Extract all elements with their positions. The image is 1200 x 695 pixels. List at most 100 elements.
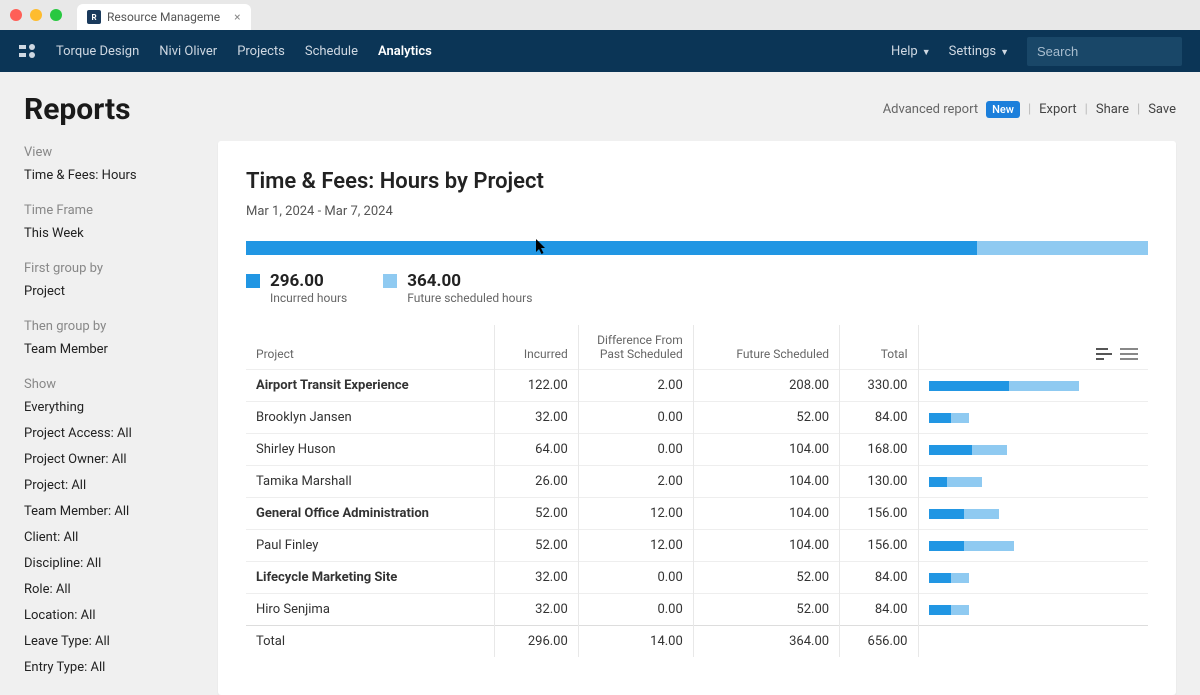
cell-name: Shirley Huson [246,434,495,466]
col-total[interactable]: Total [840,325,918,370]
cell-future: 104.00 [693,466,839,498]
sidebar-view-value[interactable]: Time & Fees: Hours [24,166,194,185]
legend-future-label: Future scheduled hours [407,291,532,305]
legend-future: 364.00 Future scheduled hours [383,271,532,305]
cell-future: 104.00 [693,530,839,562]
filter-project[interactable]: Project: All [24,476,194,495]
cell-incurred: 26.00 [495,466,579,498]
nav-projects[interactable]: Projects [237,44,285,59]
bar-view-toggle-icon[interactable] [1096,347,1114,361]
tab-close-icon[interactable]: × [234,10,240,24]
search-input[interactable] [1027,37,1182,66]
export-button[interactable]: Export [1039,102,1077,117]
cell-name: Tamika Marshall [246,466,495,498]
sidebar-then-group-label: Then group by [24,319,194,334]
cell-total: 656.00 [840,626,918,658]
cell-name: Airport Transit Experience [246,370,495,402]
nav-org[interactable]: Torque Design [56,44,139,59]
sidebar-timeframe-value[interactable]: This Week [24,224,194,243]
save-button[interactable]: Save [1148,102,1176,117]
cell-diff: 12.00 [578,530,693,562]
filter-team-member[interactable]: Team Member: All [24,502,194,521]
table-row[interactable]: Brooklyn Jansen 32.00 0.00 52.00 84.00 [246,402,1148,434]
cell-future: 52.00 [693,402,839,434]
filter-everything[interactable]: Everything [24,398,194,417]
summary-bar-incurred [246,241,977,255]
legend-swatch-future-icon [383,274,397,288]
row-bar-chart [929,381,1139,391]
caret-down-icon: ▼ [922,47,931,58]
cell-incurred: 64.00 [495,434,579,466]
tab-title: Resource Manageme [107,10,220,24]
maximize-window-icon[interactable] [50,9,62,21]
table-row[interactable]: Shirley Huson 64.00 0.00 104.00 168.00 [246,434,1148,466]
nav-help-label: Help [891,44,918,59]
app-logo-icon[interactable] [18,41,38,61]
close-window-icon[interactable] [10,9,22,21]
cell-name: Lifecycle Marketing Site [246,562,495,594]
top-nav: Torque Design Nivi Oliver Projects Sched… [0,30,1200,72]
col-diff[interactable]: Difference From Past Scheduled [578,325,693,370]
nav-settings[interactable]: Settings ▼ [949,44,1009,59]
advanced-report-label[interactable]: Advanced report [883,102,978,117]
page-header: Reports Advanced report New | Export | S… [0,72,1200,141]
col-project[interactable]: Project [246,325,495,370]
filter-project-owner[interactable]: Project Owner: All [24,450,194,469]
window-controls [10,9,62,21]
cell-total: 84.00 [840,562,918,594]
row-bar-chart [929,413,1139,423]
cell-total: 156.00 [840,498,918,530]
legend-swatch-incurred-icon [246,274,260,288]
table-row[interactable]: Airport Transit Experience 122.00 2.00 2… [246,370,1148,402]
row-bar-chart [929,605,1139,615]
filter-entry-type[interactable]: Entry Type: All [24,658,194,677]
table-row[interactable]: Hiro Senjima 32.00 0.00 52.00 84.00 [246,594,1148,626]
separator: | [1085,102,1088,117]
cell-future: 208.00 [693,370,839,402]
filter-discipline[interactable]: Discipline: All [24,554,194,573]
cell-diff: 2.00 [578,370,693,402]
cell-diff: 14.00 [578,626,693,658]
col-future[interactable]: Future Scheduled [693,325,839,370]
cell-diff: 0.00 [578,402,693,434]
nav-user[interactable]: Nivi Oliver [159,44,217,59]
sidebar-first-group-label: First group by [24,261,194,276]
summary-bar-chart [246,241,1148,255]
sidebar-then-group-value[interactable]: Team Member [24,340,194,359]
cell-diff: 0.00 [578,434,693,466]
row-bar-chart [929,477,1139,487]
summary-bar-future [977,241,1148,255]
filter-leave-type[interactable]: Leave Type: All [24,632,194,651]
report-table: Project Incurred Difference From Past Sc… [246,325,1148,657]
table-row[interactable]: Tamika Marshall 26.00 2.00 104.00 130.00 [246,466,1148,498]
nav-settings-label: Settings [949,44,996,59]
col-incurred[interactable]: Incurred [495,325,579,370]
cell-diff: 12.00 [578,498,693,530]
nav-schedule[interactable]: Schedule [305,44,358,59]
row-bar-chart [929,445,1139,455]
filter-client[interactable]: Client: All [24,528,194,547]
minimize-window-icon[interactable] [30,9,42,21]
new-badge: New [986,101,1020,118]
legend: 296.00 Incurred hours 364.00 Future sche… [246,271,1148,305]
table-row[interactable]: Paul Finley 52.00 12.00 104.00 156.00 [246,530,1148,562]
filter-location[interactable]: Location: All [24,606,194,625]
browser-tab[interactable]: R Resource Manageme × [77,4,251,30]
table-row[interactable]: General Office Administration 52.00 12.0… [246,498,1148,530]
legend-incurred: 296.00 Incurred hours [246,271,347,305]
nav-help[interactable]: Help ▼ [891,44,931,59]
caret-down-icon: ▼ [1000,47,1009,58]
cell-total: 156.00 [840,530,918,562]
nav-analytics[interactable]: Analytics [378,44,432,59]
sidebar: View Time & Fees: Hours Time Frame This … [24,141,194,695]
share-button[interactable]: Share [1096,102,1129,117]
cell-incurred: 52.00 [495,498,579,530]
filter-role[interactable]: Role: All [24,580,194,599]
sidebar-first-group-value[interactable]: Project [24,282,194,301]
browser-chrome: R Resource Manageme × [0,0,1200,30]
cell-name: Paul Finley [246,530,495,562]
list-view-toggle-icon[interactable] [1120,347,1138,361]
filter-project-access[interactable]: Project Access: All [24,424,194,443]
table-row[interactable]: Lifecycle Marketing Site 32.00 0.00 52.0… [246,562,1148,594]
cell-diff: 2.00 [578,466,693,498]
